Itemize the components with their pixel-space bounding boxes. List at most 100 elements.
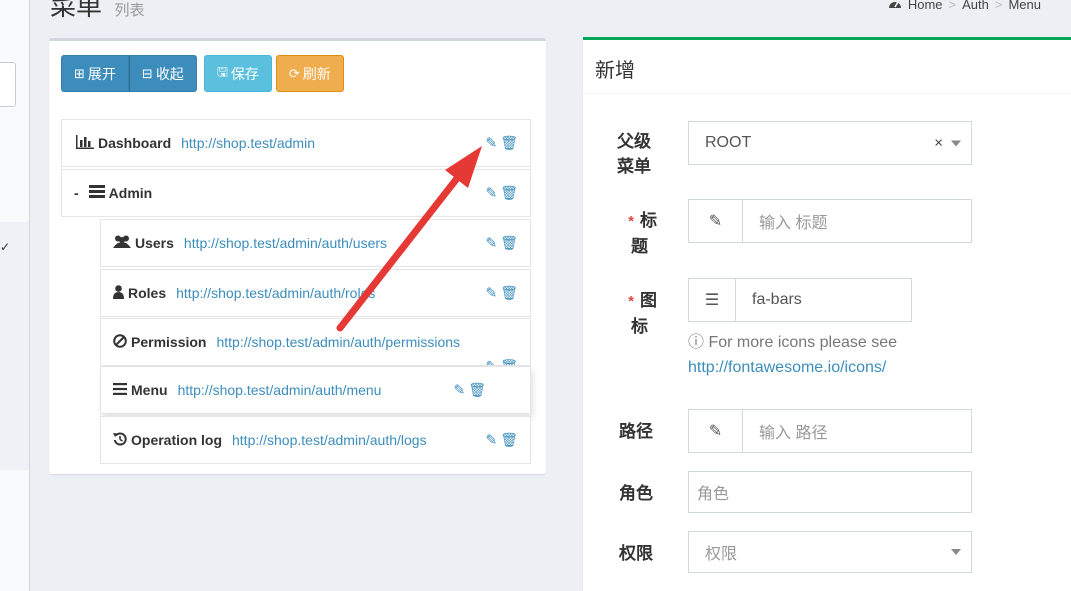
trash-icon[interactable]: 🗑 [500,235,518,252]
edit-icon[interactable]: ✎ [485,285,497,302]
dashboard-icon [888,0,902,12]
menu-item-title: Dashboard [98,135,172,151]
item-actions: ✎ 🗑 [485,358,518,365]
permission-placeholder: 权限 [705,546,738,563]
trash-icon[interactable]: 🗑 [500,285,518,302]
menu-item-roles[interactable]: Roles http://shop.test/admin/auth/roles … [100,269,531,317]
item-actions: ✎ 🗑 [485,432,518,449]
breadcrumb-separator: > [948,0,957,12]
expand-collapse-group: ⊞ 展开 ⊟ 收起 [61,55,197,92]
refresh-label: 刷新 [302,65,331,82]
parent-select[interactable]: ROOT × [688,121,972,165]
select-controls: × [934,135,961,152]
path-input[interactable]: ✎ 输入 路径 [688,409,972,453]
required-marker: * [628,213,634,230]
breadcrumb-separator: > [994,0,1003,12]
trash-icon[interactable]: 🗑 [500,185,518,202]
permission-select[interactable]: 权限 [688,531,972,573]
bar-chart-icon [76,134,94,152]
select-controls [951,549,961,555]
trash-icon[interactable]: 🗑 [500,358,518,365]
menu-item-users[interactable]: Users http://shop.test/admin/auth/users … [100,219,531,267]
history-icon [113,432,127,449]
edit-icon[interactable]: ✎ [485,185,497,202]
expand-button[interactable]: ⊞ 展开 [61,55,129,92]
icon-label-text: 图 [640,291,657,310]
sidebar-chevron-icon[interactable]: ✓ [0,240,10,254]
edit-icon[interactable]: ✎ [485,135,497,152]
menu-item-permission[interactable]: Permission http://shop.test/admin/auth/p… [100,318,531,366]
expand-label: 展开 [87,65,116,82]
menu-item-title: Admin [108,185,153,201]
menu-item-url[interactable]: http://shop.test/admin/auth/menu [178,382,382,398]
menu-item-admin[interactable]: - Admin ✎ 🗑 [61,169,531,217]
trash-icon[interactable]: 🗑 [500,432,518,449]
icon-label: * 图 标 [617,288,657,339]
item-actions: ✎ 🗑 [485,235,518,252]
menu-item-url[interactable]: http://shop.test/admin/auth/logs [232,432,427,448]
permission-label: 权限 [619,544,653,563]
minus-square-icon: ⊟ [141,65,153,81]
parent-select-value: ROOT [705,134,752,151]
collapse-label: 收起 [155,65,184,82]
tree-toolbar: ⊞ 展开 ⊟ 收起 🖫 保存 ⟳ 刷新 [61,55,344,92]
icon-label-line2: 标 [631,317,648,336]
title-label: * 标 题 [617,208,657,259]
sidebar: ✓ [0,0,30,591]
users-icon [113,235,131,252]
menu-item-url[interactable]: http://shop.test/admin/auth/users [184,235,387,251]
icon-value: fa-bars [752,291,802,308]
item-actions: ✎ 🗑 [485,285,518,302]
menu-item-url[interactable]: http://shop.test/admin [181,135,315,151]
icon-input[interactable]: ☰ fa-bars [688,278,912,322]
role-label: 角色 [619,484,653,503]
menu-item-url[interactable]: http://shop.test/admin/auth/roles [176,285,375,301]
clear-icon[interactable]: × [934,135,943,152]
tasks-icon [88,185,105,201]
menu-item-operation-log[interactable]: Operation log http://shop.test/admin/aut… [100,416,531,464]
menu-item-title: Operation log [131,432,222,448]
edit-icon[interactable]: ✎ [485,235,497,252]
save-label: 保存 [230,65,259,82]
path-placeholder: 输入 路径 [759,425,828,442]
menu-item-title: Menu [131,382,168,398]
info-circle-icon: ⓘ [688,334,705,351]
refresh-button[interactable]: ⟳ 刷新 [275,55,344,92]
chevron-down-icon [951,549,961,555]
menu-item-title: Permission [131,334,207,350]
icon-label-line1: * 图 [617,288,657,314]
collapse-button[interactable]: ⊟ 收起 [128,55,197,92]
chevron-down-icon [951,140,961,146]
title-input[interactable]: ✎ 输入 标题 [688,199,972,243]
collapse-toggle[interactable]: - [74,185,79,201]
fontawesome-link[interactable]: http://fontawesome.io/icons/ [688,355,897,380]
trash-icon[interactable]: 🗑 [468,382,486,399]
breadcrumb-menu: Menu [1008,0,1041,12]
save-button[interactable]: 🖫 保存 [203,55,272,92]
menu-item-title: Users [135,235,174,251]
title-label-line2: 题 [631,237,648,256]
menu-item-dashboard[interactable]: Dashboard http://shop.test/admin ✎ 🗑 [61,119,531,167]
menu-item-url[interactable]: http://shop.test/admin/auth/permissions [216,334,460,350]
sidebar-search-box[interactable] [0,62,16,107]
edit-icon[interactable]: ✎ [485,432,497,449]
breadcrumb-home[interactable]: Home [908,0,943,12]
user-icon [113,284,124,302]
pencil-icon: ✎ [689,200,743,242]
trash-icon[interactable]: 🗑 [500,135,518,152]
item-actions: ✎ 🗑 [485,135,518,152]
edit-icon[interactable]: ✎ [453,382,465,399]
save-icon: 🖫 [216,63,228,79]
form-title: 新增 [595,60,635,82]
required-marker: * [628,293,634,310]
menu-item-menu[interactable]: Menu http://shop.test/admin/auth/menu ✎ … [100,366,531,414]
role-select[interactable]: 角色 [688,471,972,513]
edit-icon[interactable]: ✎ [485,358,497,365]
title-placeholder: 输入 标题 [759,215,828,232]
breadcrumb-auth[interactable]: Auth [962,0,989,12]
page-subtitle: 列表 [114,2,145,19]
page-title: 菜单 [50,0,103,21]
bars-icon [113,382,127,398]
icon-help: ⓘ For more icons please see http://fonta… [688,330,897,380]
plus-square-icon: ⊞ [74,65,85,81]
